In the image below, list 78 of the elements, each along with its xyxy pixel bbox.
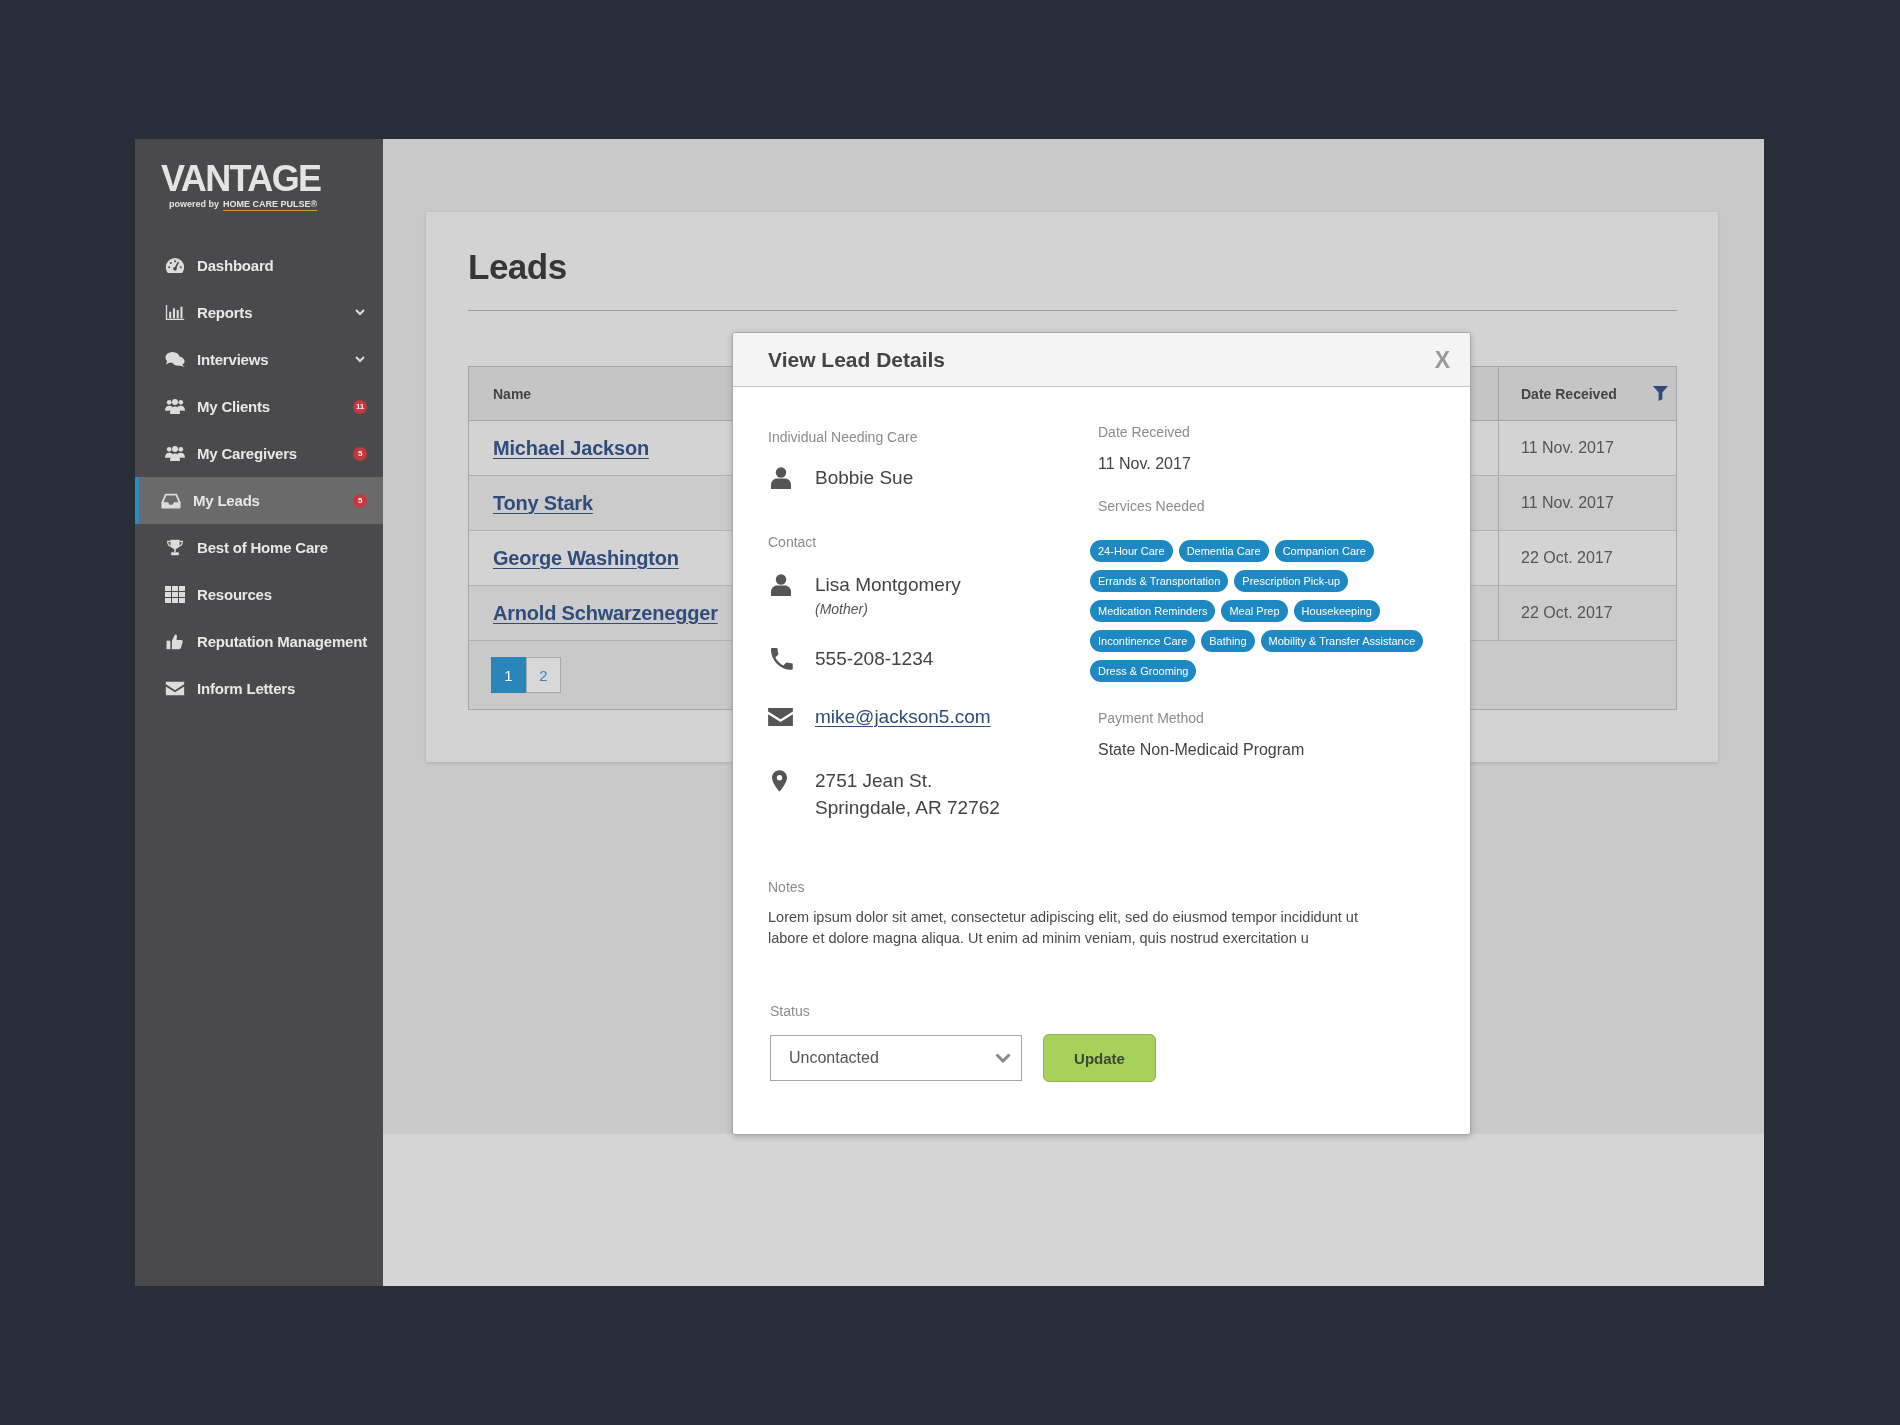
- service-tag: Housekeeping: [1293, 600, 1380, 622]
- field-label: Status: [770, 1002, 811, 1021]
- page-button[interactable]: 1: [491, 657, 526, 693]
- thumbs-up-icon: [165, 633, 185, 650]
- service-tag: Dementia Care: [1178, 540, 1269, 562]
- lead-name-link[interactable]: George Washington: [493, 546, 679, 570]
- dialog-title: View Lead Details: [768, 347, 946, 372]
- grid-icon: [165, 586, 185, 603]
- contact-relation: (Mother): [815, 600, 869, 619]
- sidebar-item[interactable]: My Clients 11: [135, 383, 383, 430]
- chat-bubbles-icon: [165, 351, 185, 368]
- sidebar-item[interactable]: My Leads 5: [135, 477, 383, 524]
- field-label: Services Needed: [1098, 497, 1206, 516]
- update-button[interactable]: Update: [1043, 1034, 1156, 1082]
- service-tag: Dress & Grooming: [1090, 660, 1197, 682]
- address-text: 2751 Jean St. Springdale, AR 72762: [815, 769, 1000, 820]
- field-label: Date Received: [1098, 423, 1191, 442]
- field-label: Notes: [768, 878, 806, 897]
- envelope-icon: [768, 708, 793, 726]
- phone-number: 555-208-1234: [815, 647, 934, 671]
- envelope-icon: [165, 680, 185, 697]
- service-tag: Incontinence Care: [1090, 630, 1196, 652]
- map-pin-icon: [772, 770, 787, 792]
- phone-icon: [771, 648, 793, 670]
- sidebar-item[interactable]: Inform Letters: [135, 665, 383, 712]
- status-select[interactable]: Uncontacted: [770, 1035, 1022, 1081]
- sidebar-item[interactable]: Reputation Management: [135, 618, 383, 665]
- service-tag: Mobility & Transfer Assistance: [1260, 630, 1424, 652]
- field-label: Payment Method: [1098, 709, 1205, 728]
- date-cell: 22 Oct. 2017: [1521, 604, 1613, 622]
- service-tag: Prescription Pick-up: [1234, 570, 1349, 592]
- email-link[interactable]: mike@jackson5.com: [815, 703, 991, 731]
- gauge-icon: [165, 257, 185, 274]
- bar-chart-icon: [165, 304, 185, 321]
- users-icon: [165, 398, 185, 415]
- sidebar-item[interactable]: Best of Home Care: [135, 524, 383, 571]
- sidebar-item[interactable]: Reports: [135, 289, 383, 336]
- count-badge: 11: [353, 399, 367, 414]
- contact-name: Lisa Montgomery: [815, 573, 961, 597]
- date-cell: 11 Nov. 2017: [1521, 494, 1614, 512]
- chevron-down-icon: [995, 1053, 1011, 1063]
- page-title: Leads: [468, 246, 567, 288]
- service-tag: Companion Care: [1274, 540, 1374, 562]
- column-header: Date Received: [1521, 385, 1617, 402]
- sidebar-item[interactable]: Interviews: [135, 336, 383, 383]
- count-badge: 5: [353, 446, 367, 461]
- date-cell: 22 Oct. 2017: [1521, 549, 1613, 567]
- lead-name-link[interactable]: Michael Jackson: [493, 436, 649, 460]
- date-cell: 11 Nov. 2017: [1521, 439, 1614, 457]
- payment-value: State Non-Medicaid Program: [1098, 740, 1306, 760]
- date-value: 11 Nov. 2017: [1098, 454, 1192, 474]
- notes-text: Lorem ipsum dolor sit amet, consectetur adipiscing elit, sed do eiusmod tempor incididunt ut labore et dolore magna aliqua. Ut enim ad minim veniam, quis nostrud exercitation u: [768, 908, 1359, 948]
- lead-name-link[interactable]: Tony Stark: [493, 491, 593, 515]
- field-label: Individual Needing Care: [768, 428, 919, 447]
- service-tag: Errands & Transportation: [1090, 570, 1229, 592]
- lead-name-link[interactable]: Arnold Schwarzenegger: [493, 601, 718, 625]
- logo-tagline: powered by: [169, 198, 219, 210]
- person-name: Bobbie Sue: [815, 466, 914, 490]
- sidebar-item[interactable]: My Caregivers 5: [135, 430, 383, 477]
- field-label: Contact: [768, 533, 818, 552]
- person-icon: [771, 467, 791, 489]
- sidebar-item[interactable]: Dashboard: [135, 242, 383, 289]
- inbox-tray-icon: [161, 492, 181, 509]
- service-tag: Medication Reminders: [1090, 600, 1216, 622]
- logo-brand: HOME CARE PULSE®: [223, 198, 318, 211]
- service-tag: 24-Hour Care: [1090, 540, 1173, 562]
- filter-icon[interactable]: [1652, 385, 1669, 402]
- chevron-down-icon: [355, 309, 365, 316]
- trophy-icon: [165, 539, 185, 556]
- users-icon: [165, 445, 185, 462]
- person-icon: [771, 574, 791, 596]
- count-badge: 5: [353, 493, 367, 508]
- service-tag: Bathing: [1201, 630, 1255, 652]
- sidebar-item[interactable]: Resources: [135, 571, 383, 618]
- column-header: Name: [493, 385, 532, 402]
- logo-wordmark: VANTAGE: [161, 160, 321, 198]
- service-tag: Meal Prep: [1221, 600, 1288, 622]
- chevron-down-icon: [355, 356, 365, 363]
